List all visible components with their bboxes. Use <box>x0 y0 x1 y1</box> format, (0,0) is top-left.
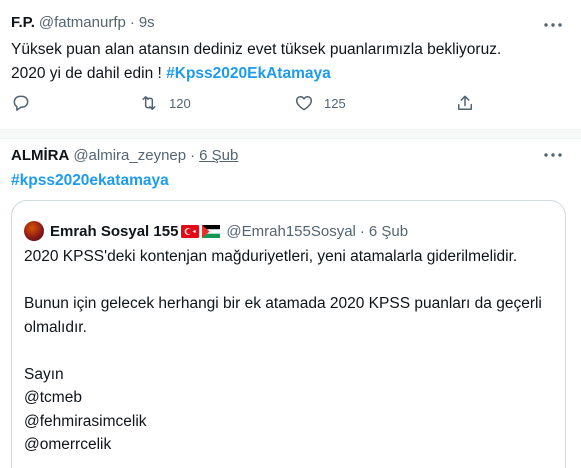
separator-dot: · <box>129 14 135 31</box>
avatar[interactable] <box>24 221 44 241</box>
hashtag-link[interactable]: #kpss2020ekatamaya <box>11 170 169 192</box>
quoted-author-name[interactable]: Emrah Sosyal 155 <box>50 223 178 240</box>
reply-button[interactable] <box>11 93 31 113</box>
like-count: 125 <box>324 95 346 111</box>
author-name[interactable]: ALMİRA <box>11 147 69 164</box>
heart-icon <box>294 93 314 113</box>
quoted-tweet[interactable]: Emrah Sosyal 155 @Emrah155Sosyal · 6 Şub… <box>11 200 566 468</box>
hashtag-link[interactable]: #Kpss2020EkAtamaya <box>166 65 331 82</box>
more-options-icon[interactable] <box>543 145 563 165</box>
timestamp[interactable]: 9s <box>139 14 155 31</box>
quoted-tweet-text: 2020 KPSS'deki kontenjan mağduriyetleri,… <box>24 248 542 453</box>
separator-dot: · <box>359 222 365 240</box>
quoted-tweet-header: Emrah Sosyal 155 @Emrah155Sosyal · 6 Şub <box>24 221 408 241</box>
tweet-text: Yüksek puan alan atansın dediniz evet tü… <box>11 38 563 86</box>
timestamp[interactable]: 6 Şub <box>199 147 238 164</box>
tweet-header: F.P. @fatmanurfp · 9s <box>11 14 155 31</box>
timeline-divider <box>0 130 581 139</box>
tweet-text-line: 2020 yi de dahil edin ! #Kpss2020EkAtama… <box>11 62 563 86</box>
retweet-button[interactable]: 120 <box>139 93 191 113</box>
share-button[interactable] <box>455 93 475 113</box>
more-options-icon[interactable] <box>543 15 563 35</box>
like-button[interactable]: 125 <box>294 93 346 113</box>
author-handle[interactable]: @almira_zeynep <box>73 147 186 164</box>
share-icon <box>455 93 475 113</box>
retweet-count: 120 <box>169 95 191 111</box>
quoted-timestamp[interactable]: 6 Şub <box>369 223 408 240</box>
author-name[interactable]: F.P. <box>11 14 35 31</box>
quoted-author-handle[interactable]: @Emrah155Sosyal <box>226 223 355 240</box>
retweet-icon <box>139 93 159 113</box>
palestine-flag-icon <box>202 224 221 238</box>
turkey-flag-icon <box>181 224 200 238</box>
tweet-actions: 120 125 <box>11 93 481 117</box>
author-handle[interactable]: @fatmanurfp <box>39 14 126 31</box>
tweet-text-line: Yüksek puan alan atansın dediniz evet tü… <box>11 41 502 58</box>
tweet[interactable]: F.P. @fatmanurfp · 9s Yüksek puan alan a… <box>0 0 581 130</box>
tweet-header: ALMİRA @almira_zeynep · 6 Şub <box>11 147 238 164</box>
tweet-text-fragment: 2020 yi de dahil edin ! <box>11 65 167 82</box>
separator-dot: · <box>190 147 196 164</box>
reply-icon <box>11 93 31 113</box>
